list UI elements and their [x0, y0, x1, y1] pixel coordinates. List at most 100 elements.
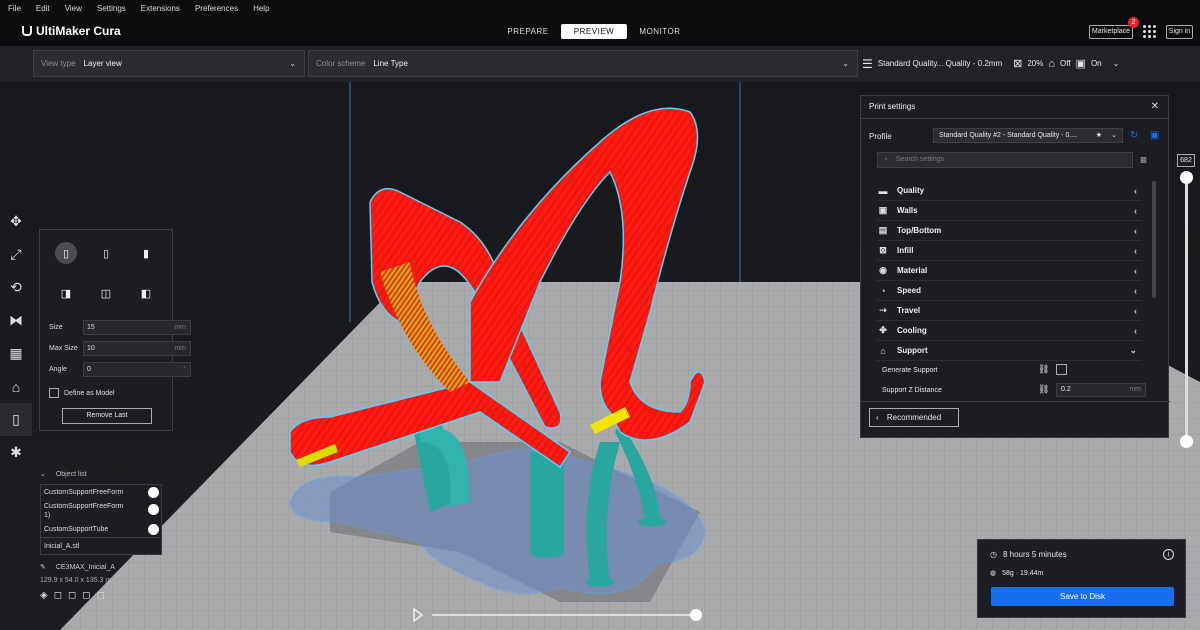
- print-settings-panel: Print settings ✕ Profile Standard Qualit…: [860, 95, 1170, 438]
- close-icon[interactable]: ✕: [1151, 101, 1159, 112]
- object-list-header[interactable]: ⌄ Object list: [40, 470, 162, 478]
- layer-number-field[interactable]: 682: [1177, 154, 1195, 167]
- tree-support-icon[interactable]: ✱: [0, 436, 32, 469]
- tab-prepare[interactable]: PREPARE: [495, 24, 561, 39]
- category-cooling[interactable]: ✤ Cooling ‹: [877, 321, 1142, 341]
- print-job-panel: ◷ 8 hours 5 minutes i ◍ 58g · 19.44m Sav…: [977, 539, 1186, 618]
- playback-slider-handle[interactable]: [690, 609, 702, 621]
- marketplace-badge: 2: [1128, 17, 1139, 28]
- category-speed[interactable]: ◔ Speed ‹: [877, 281, 1142, 301]
- visibility-toggle-icon: [148, 524, 159, 535]
- menu-file[interactable]: File: [8, 4, 21, 13]
- category-quality[interactable]: ▬ Quality ‹: [877, 181, 1142, 201]
- layer-slider-bottom-handle[interactable]: [1180, 435, 1193, 448]
- rotate-tool-icon[interactable]: ⟲: [0, 271, 32, 304]
- category-support[interactable]: ⌂ Support ⌄: [877, 341, 1142, 361]
- size-label: Size: [49, 324, 63, 331]
- mirror-tool-icon[interactable]: ⧓: [0, 304, 32, 337]
- category-walls[interactable]: ▣ Walls ‹: [877, 201, 1142, 221]
- layer-slider-top-handle[interactable]: [1180, 171, 1193, 184]
- support-blocker-icon[interactable]: ⌂: [0, 370, 32, 403]
- info-icon[interactable]: i: [1163, 549, 1174, 560]
- generate-support-label: Generate Support: [882, 367, 938, 374]
- freeform-shape-icon[interactable]: ◨: [55, 282, 77, 304]
- search-icon: ⌕: [884, 156, 888, 163]
- category-infill[interactable]: ⊠ Infill ‹: [877, 241, 1142, 261]
- star-icon: ★: [1095, 132, 1102, 139]
- cube-shape-icon[interactable]: ▮: [135, 242, 157, 264]
- color-scheme-select[interactable]: Color scheme Line Type ⌄: [308, 50, 858, 77]
- view-type-select[interactable]: View type Layer view ⌄: [33, 50, 305, 77]
- print-settings-title: Print settings: [869, 102, 916, 111]
- cooling-icon: ✤: [879, 325, 887, 335]
- category-travel[interactable]: ⇢ Travel ‹: [877, 301, 1142, 321]
- search-input[interactable]: ⌕ Search settings: [877, 152, 1133, 168]
- infill-icon: ⊠: [1013, 58, 1023, 70]
- camera-view-icons[interactable]: ◈◻◻◻◻: [40, 590, 162, 601]
- menu-settings[interactable]: Settings: [97, 4, 126, 13]
- color-scheme-value: Line Type: [373, 59, 408, 68]
- menu-extensions[interactable]: Extensions: [141, 4, 180, 13]
- generate-support-checkbox[interactable]: [1056, 364, 1067, 375]
- list-item[interactable]: Inicial_A.stl: [41, 537, 161, 554]
- define-model-checkbox[interactable]: [49, 388, 59, 398]
- custom-shape-icon[interactable]: ◫: [95, 282, 117, 304]
- quality-icon: ▬: [878, 185, 888, 196]
- infill-summary: 20%: [1027, 59, 1044, 68]
- pencil-icon[interactable]: ✎: [40, 564, 46, 571]
- category-material[interactable]: ◉ Material ‹: [877, 261, 1142, 281]
- menu-edit[interactable]: Edit: [36, 4, 50, 13]
- cylinder-shape-icon[interactable]: ▯: [55, 242, 77, 264]
- list-item[interactable]: CustomSupportTube: [41, 522, 161, 537]
- move-tool-icon[interactable]: ✥: [0, 205, 32, 238]
- ultimaker-logo-icon: [22, 26, 32, 36]
- save-profile-icon[interactable]: ▣: [1150, 130, 1159, 141]
- profile-label: Profile: [869, 132, 892, 141]
- menu-view[interactable]: View: [65, 4, 82, 13]
- remove-last-button[interactable]: Remove Last: [62, 408, 152, 424]
- adhesion-summary: On: [1090, 59, 1102, 68]
- link-icon: ⛓: [1038, 384, 1050, 394]
- material-usage: 58g · 19.44m: [1002, 569, 1044, 577]
- apps-grid-icon[interactable]: [1143, 25, 1156, 38]
- menu-help[interactable]: Help: [253, 4, 269, 13]
- max-size-input[interactable]: 10 mm: [83, 341, 191, 356]
- angle-input[interactable]: 0 °: [83, 362, 191, 377]
- layer-slider-track: [1185, 176, 1188, 442]
- tube-shape-icon[interactable]: ▯: [95, 242, 117, 264]
- reset-icon[interactable]: ↻: [1130, 130, 1138, 141]
- size-input[interactable]: 15 mm: [83, 320, 191, 335]
- custom-supports-icon[interactable]: ▯: [0, 403, 32, 436]
- view-type-value: Layer view: [83, 59, 122, 68]
- speed-icon: ◔: [880, 285, 886, 296]
- abutment-shape-icon[interactable]: ◧: [135, 282, 157, 304]
- tab-monitor[interactable]: MONITOR: [627, 24, 693, 39]
- infill-icon: ⊠: [879, 245, 887, 255]
- print-setup-selector[interactable]: ☰ Standard Quality... Quality - 0.2mm ⊠ …: [862, 50, 1170, 77]
- tab-preview[interactable]: PREVIEW: [561, 24, 627, 39]
- quality-summary: Standard Quality... Quality - 0.2mm: [877, 59, 1003, 68]
- recommended-button[interactable]: ‹ Recommended: [869, 408, 959, 427]
- chevron-down-icon: ⌄: [1111, 132, 1117, 139]
- app-logo: UltiMaker Cura: [22, 24, 121, 38]
- settings-menu-icon[interactable]: ≡: [1140, 153, 1147, 167]
- profile-select[interactable]: Standard Quality #2 - Standard Quality -…: [933, 128, 1123, 143]
- support-structure: [638, 517, 666, 527]
- category-top-bottom[interactable]: ▤ Top/Bottom ‹: [877, 221, 1142, 241]
- chevron-down-icon: ⌄: [40, 471, 46, 478]
- scale-tool-icon[interactable]: ⤢: [0, 238, 32, 271]
- sign-in-button[interactable]: Sign in: [1166, 25, 1193, 39]
- visibility-toggle-icon: [148, 487, 159, 498]
- support-structure: [530, 546, 564, 558]
- visibility-toggle-icon: [148, 504, 159, 515]
- marketplace-button[interactable]: Marketplace: [1089, 25, 1133, 39]
- support-z-distance-input[interactable]: 0.2 mm: [1056, 383, 1146, 397]
- list-item[interactable]: CustomSupportFreeForm: [41, 485, 161, 500]
- menu-preferences[interactable]: Preferences: [195, 4, 238, 13]
- save-to-disk-button[interactable]: Save to Disk: [991, 587, 1174, 606]
- header-bar: UltiMaker Cura PREPARE PREVIEW MONITOR M…: [0, 16, 1200, 46]
- per-model-settings-icon[interactable]: ▦: [0, 337, 32, 370]
- list-item[interactable]: CustomSupportFreeForm 1): [41, 500, 161, 522]
- color-scheme-label: Color scheme: [316, 59, 366, 68]
- settings-scrollbar[interactable]: [1152, 181, 1156, 298]
